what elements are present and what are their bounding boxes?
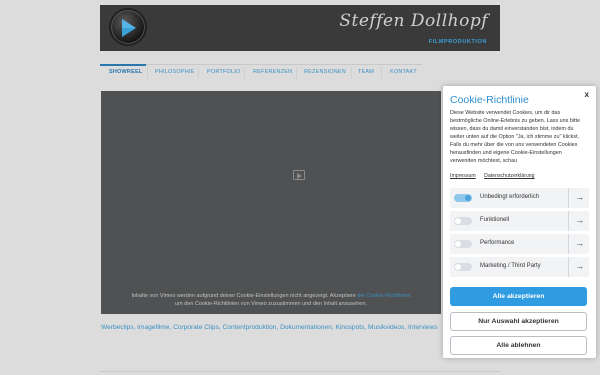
performance-toggle[interactable] — [454, 240, 472, 248]
functional-toggle[interactable] — [454, 217, 472, 225]
nav-item-team[interactable]: TEAM — [358, 69, 374, 75]
arrow-right-icon[interactable]: → — [575, 238, 584, 248]
cookie-title: Cookie-Richtlinie — [450, 94, 529, 106]
nav-item-kontakt[interactable]: KONTAKT — [390, 69, 417, 75]
video-placeholder[interactable] — [101, 91, 441, 314]
nav-separator — [147, 67, 148, 79]
necessary-toggle[interactable] — [454, 194, 472, 202]
brand-name[interactable]: Steffen Dollhopf — [339, 11, 488, 31]
site-header: Steffen Dollhopf FILMPRODUKTION — [100, 5, 500, 51]
video-message-text-2: um den Cookie-Richtlinien von Vimeo zuzu… — [175, 301, 367, 307]
nav-separator — [244, 67, 245, 79]
nav-active-indicator — [100, 64, 146, 66]
play-icon[interactable] — [293, 170, 305, 180]
impressum-link[interactable]: Impressum — [450, 173, 476, 179]
nav-divider — [100, 64, 422, 65]
nav-separator — [351, 67, 352, 79]
category-divider — [568, 188, 569, 208]
close-icon[interactable]: x — [585, 90, 589, 99]
category-divider — [568, 234, 569, 254]
cookie-description: Diese Website verwendet Cookies, um dir … — [450, 110, 581, 164]
video-consent-message: Inhalte von Vimeo werden aufgrund deiner… — [101, 292, 441, 308]
category-label: Performance — [480, 240, 515, 246]
nav-item-showreel[interactable]: SHOWREEL — [109, 69, 142, 75]
nav-item-referenzen[interactable]: REFERENZEN — [253, 69, 292, 75]
category-divider — [568, 257, 569, 277]
accept-selection-button[interactable]: Nur Auswahl akzeptieren — [450, 312, 587, 331]
category-label: Marketing / Third Party — [480, 263, 541, 269]
cookie-links: Impressum Datenschutzerklärung — [450, 173, 542, 179]
cookie-consent-panel: x Cookie-Richtlinie Diese Website verwen… — [443, 86, 596, 358]
nav-separator — [296, 67, 297, 79]
nav-item-portfolio[interactable]: PORTFOLIO — [207, 69, 240, 75]
nav-separator — [198, 67, 199, 79]
nav-item-rezensionen[interactable]: REZENSIONEN — [304, 69, 346, 75]
arrow-right-icon[interactable]: → — [575, 261, 584, 271]
privacy-policy-link[interactable]: Datenschutzerklärung — [484, 173, 534, 179]
arrow-right-icon[interactable]: → — [575, 215, 584, 225]
category-label: Unbedingt erforderlich — [480, 194, 540, 200]
cookie-category-marketing[interactable]: Marketing / Third Party → — [450, 257, 589, 277]
reject-all-button[interactable]: Alle ablehnen — [450, 336, 587, 355]
nav-separator — [381, 67, 382, 79]
footer-divider — [100, 371, 500, 372]
brand-subtitle: FILMPRODUKTION — [428, 39, 487, 45]
video-message-text: Inhalte von Vimeo werden aufgrund deiner… — [131, 293, 356, 299]
accept-all-button[interactable]: Alle akzeptieren — [450, 287, 587, 306]
play-logo-icon[interactable] — [109, 8, 147, 46]
main-nav: SHOWREEL PHILOSOPHIE PORTFOLIO REFERENZE… — [100, 64, 430, 84]
cookie-category-performance[interactable]: Performance → — [450, 234, 589, 254]
cookie-policy-link[interactable]: die Cookie-Richtlinien — [357, 293, 410, 299]
category-label: Funktionell — [480, 217, 510, 223]
services-tagline: Werbeclips, Imagefilme, Corporate Clips,… — [101, 324, 438, 331]
category-divider — [568, 211, 569, 231]
arrow-right-icon[interactable]: → — [575, 192, 584, 202]
nav-item-philosophie[interactable]: PHILOSOPHIE — [155, 69, 195, 75]
cookie-category-necessary[interactable]: Unbedingt erforderlich → — [450, 188, 589, 208]
cookie-category-functional[interactable]: Funktionell → — [450, 211, 589, 231]
marketing-toggle[interactable] — [454, 263, 472, 271]
